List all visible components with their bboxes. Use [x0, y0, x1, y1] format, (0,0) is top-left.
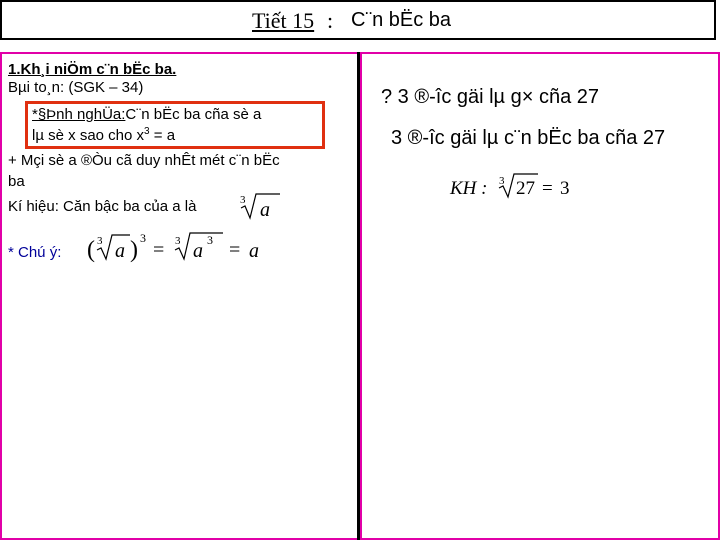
kh-index: 3 — [499, 175, 505, 187]
paren-open: ( — [87, 237, 95, 263]
kh-equals: = — [542, 178, 553, 199]
paren-close: ) — [130, 237, 138, 263]
notation-index: 3 — [240, 194, 246, 206]
notation-cube-root: 3 a — [240, 193, 280, 221]
lesson-number: Tiết 15 — [252, 8, 315, 33]
formula-equals-2: = — [229, 239, 240, 261]
title-colon: : — [327, 8, 334, 33]
uniqueness-line-2: ba — [8, 173, 25, 190]
page-title: C¨n bËc ba — [351, 9, 452, 31]
notation-text: Kí hiệu: Căn bậc ba của a là — [8, 198, 197, 215]
title-bar: Tiết 15 : C¨n bËc ba — [0, 0, 716, 40]
definition-text: C¨n bËc ba cña sè a — [125, 106, 262, 123]
definition-line2-end: = a — [149, 127, 176, 144]
kh-result: 3 — [560, 178, 570, 199]
uniqueness-line-1: + Mçi sè a ®Òu cã duy nhÊt mét c¨n bËc — [8, 152, 280, 169]
kh-prefix: KH : — [449, 178, 487, 199]
problem-line: Bµi to¸n: (SGK – 34) — [8, 79, 144, 96]
section-heading: 1.Kh¸i niÖm c¨n bËc ba. — [8, 61, 177, 78]
note-formula: ( 3 a ) 3 = 3 a 3 = a — [87, 231, 259, 263]
definition-line2-start: lµ sè x sao cho x — [32, 127, 145, 144]
note-label: * Chú ý: — [8, 244, 62, 261]
kh-radicand: 27 — [516, 178, 535, 199]
formula-result: a — [249, 240, 259, 262]
definition-line-2: lµ sè x sao cho x3 = a — [32, 126, 175, 144]
formula-exp-2: 3 — [207, 233, 213, 247]
column-divider-accent — [360, 52, 362, 540]
kh-formula: KH : 3 27 = 3 — [449, 173, 570, 199]
notation-radicand: a — [260, 199, 270, 221]
formula-radicand-1: a — [115, 240, 125, 262]
formula-index-2: 3 — [175, 235, 181, 247]
formula-index-1: 3 — [97, 235, 103, 247]
formula-equals-1: = — [153, 239, 164, 261]
definition-line-1: *§Þnh nghÜa:C¨n bËc ba cña sè a — [32, 106, 261, 123]
formula-radicand-2: a — [193, 240, 203, 262]
question-line: ? 3 ®-îc gäi lµ g× cña 27 — [381, 86, 600, 108]
definition-label: *§Þnh nghÜa: — [32, 106, 126, 123]
answer-line: 3 ®-îc gäi lµ c¨n bËc ba cña 27 — [391, 127, 666, 149]
formula-exp-1: 3 — [140, 231, 146, 245]
